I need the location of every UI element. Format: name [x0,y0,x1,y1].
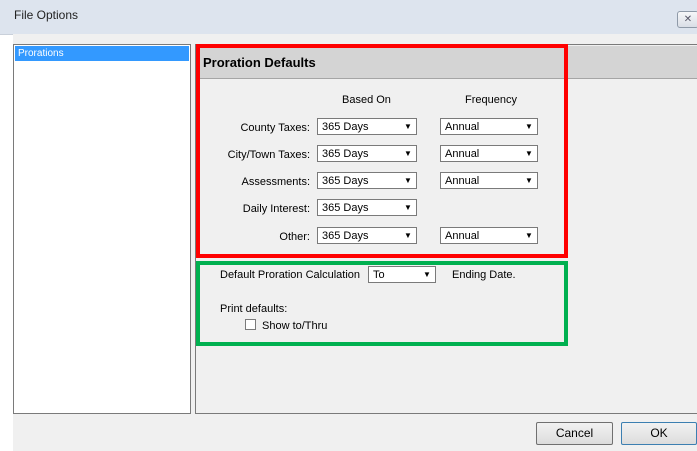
sidebar-item-prorations[interactable]: Prorations [15,46,189,61]
proration-defaults-highlight [196,44,568,258]
title-bar: File Options ✕ [0,0,697,35]
window-title: File Options [14,8,79,22]
close-icon[interactable]: ✕ [677,11,697,28]
calculation-highlight [196,261,568,346]
sidebar-list: Prorations [13,44,191,414]
ok-button[interactable]: OK [621,422,697,445]
cancel-button[interactable]: Cancel [536,422,613,445]
